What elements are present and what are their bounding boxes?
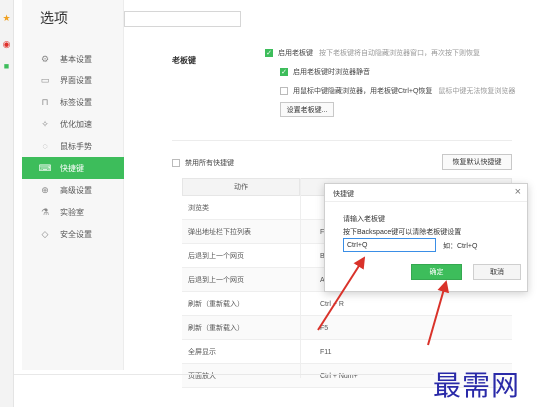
shortcut-dialog: 快捷键 × 请输入老板键 按下Backspace键可以清除老板键设置 如：Ctr… <box>324 183 528 292</box>
column-separator <box>300 178 301 378</box>
restore-default-shortcuts-button[interactable]: 恢复默认快捷键 <box>442 154 512 170</box>
sidebar-item-mouse-gesture[interactable]: ◌ 鼠标手势 <box>22 135 124 157</box>
disable-all-label: 禁用所有快捷键 <box>185 160 234 167</box>
window-icon: ▭ <box>40 74 50 85</box>
mute-label: 启用老板键时浏览器静音 <box>293 69 370 76</box>
sidebar-item-label: 鼠标手势 <box>60 141 92 151</box>
table-cell-action: 页面放大 <box>188 373 216 380</box>
star-icon[interactable]: ★ <box>2 14 11 23</box>
enable-boss-key-label: 启用老板键 <box>278 50 313 57</box>
table-cell-action: 刷新（重新载入） <box>188 325 244 332</box>
mouse-icon: ◌ <box>42 141 48 151</box>
middle-click-row: 用鼠标中键隐藏浏览器，用老板键Ctrl+Q恢复 鼠标中键无法恢复浏览器 <box>280 86 515 96</box>
cancel-button[interactable]: 取消 <box>473 264 521 280</box>
magnifier-icon: ⊕ <box>41 184 49 195</box>
table-cell-action: 后退到上一个网页 <box>188 277 244 284</box>
table-cell-action: 弹出地址栏下拉列表 <box>188 229 251 236</box>
table-cell-key: Ctrl + R <box>320 300 344 308</box>
sidebar-item-basic[interactable]: ⚙ 基本设置 <box>22 48 124 70</box>
sidebar-item-tabs[interactable]: ⊓ 标签设置 <box>22 91 124 113</box>
section-divider <box>172 140 512 141</box>
sidebar-item-interface[interactable]: ▭ 界面设置 <box>22 69 124 91</box>
table-cell-action: 刷新（重新载入） <box>188 301 244 308</box>
mute-row: ✓ 启用老板键时浏览器静音 <box>280 67 370 77</box>
sidebar-item-label: 快捷键 <box>60 163 84 173</box>
page-title: 选项 <box>40 10 68 26</box>
table-cell-action: 后退到上一个网页 <box>188 253 244 260</box>
table-row[interactable]: 全屏显示 F11 <box>182 340 512 364</box>
table-cell-action: 浏览类 <box>188 205 209 212</box>
middle-click-label: 用鼠标中键隐藏浏览器，用老板键Ctrl+Q恢复 <box>293 88 433 95</box>
enable-boss-key-row: ✓ 启用老板键 按下老板键将自动隐藏浏览器窗口，再次按下则恢复 <box>265 48 480 58</box>
sidebar-item-advanced[interactable]: ⊕ 高级设置 <box>22 179 124 201</box>
table-row[interactable]: 刷新（重新载入） F5 <box>182 316 512 340</box>
dialog-instruction: 按下Backspace键可以清除老板键设置 <box>343 229 462 236</box>
browser-edge-strip: ★ ◉ ■ <box>0 0 14 407</box>
mute-checkbox[interactable]: ✓ <box>280 68 288 76</box>
set-boss-key-button[interactable]: 设置老板键... <box>280 102 334 117</box>
enable-boss-key-hint: 按下老板键将自动隐藏浏览器窗口，再次按下则恢复 <box>319 50 480 57</box>
close-icon[interactable]: × <box>515 186 521 198</box>
dialog-title: 快捷键 <box>333 191 354 198</box>
sidebar-item-label: 优化加速 <box>60 119 92 129</box>
sidebar-item-security[interactable]: ◇ 安全设置 <box>22 223 124 245</box>
watermark-logo: 最需网 <box>433 369 521 402</box>
keyboard-icon: ⌨ <box>38 162 52 173</box>
boss-key-section-label: 老板键 <box>172 56 196 65</box>
boss-key-input[interactable] <box>343 238 436 252</box>
tab-icon: ⊓ <box>41 96 49 107</box>
sidebar-item-lab[interactable]: ⚗ 实验室 <box>22 201 124 223</box>
table-cell-key: Ctrl + Num+ <box>320 372 358 380</box>
sidebar-item-label: 标签设置 <box>60 97 92 107</box>
table-cell-key: F5 <box>320 324 329 332</box>
flask-icon: ⚗ <box>40 206 50 217</box>
table-row[interactable]: 刷新（重新载入） Ctrl + R <box>182 292 512 316</box>
sidebar-item-label: 高级设置 <box>60 185 92 195</box>
sidebar-item-shortcuts[interactable]: ⌨ 快捷键 <box>22 157 124 179</box>
dialog-example: 如：Ctrl+Q <box>443 243 478 250</box>
gear-icon: ⚙ <box>40 53 50 64</box>
bottom-divider <box>14 374 434 375</box>
weibo-icon[interactable]: ◉ <box>2 40 11 49</box>
table-cell-action: 全屏显示 <box>188 349 216 356</box>
table-cell-key: F11 <box>320 348 332 356</box>
middle-click-checkbox[interactable] <box>280 87 288 95</box>
middle-click-hint: 鼠标中键无法恢复浏览器 <box>438 88 516 95</box>
green-square-icon[interactable]: ■ <box>2 62 11 71</box>
dialog-header: 快捷键 × <box>325 184 527 202</box>
search-input[interactable] <box>124 11 241 27</box>
dialog-prompt: 请输入老板键 <box>343 216 385 223</box>
sidebar-item-label: 实验室 <box>60 207 84 217</box>
column-header-action: 动作 <box>182 178 300 196</box>
sidebar-item-label: 安全设置 <box>60 229 92 239</box>
sidebar-item-label: 界面设置 <box>60 75 92 85</box>
shield-icon: ◇ <box>41 228 49 239</box>
ok-button[interactable]: 确定 <box>411 264 462 280</box>
sidebar-item-optimize[interactable]: ✧ 优化加速 <box>22 113 124 135</box>
sidebar-item-label: 基本设置 <box>60 54 92 64</box>
enable-boss-key-checkbox[interactable]: ✓ <box>265 49 273 57</box>
disable-all-checkbox[interactable] <box>172 159 180 167</box>
disable-all-row: 禁用所有快捷键 <box>172 158 234 168</box>
rocket-icon: ✧ <box>41 118 49 129</box>
